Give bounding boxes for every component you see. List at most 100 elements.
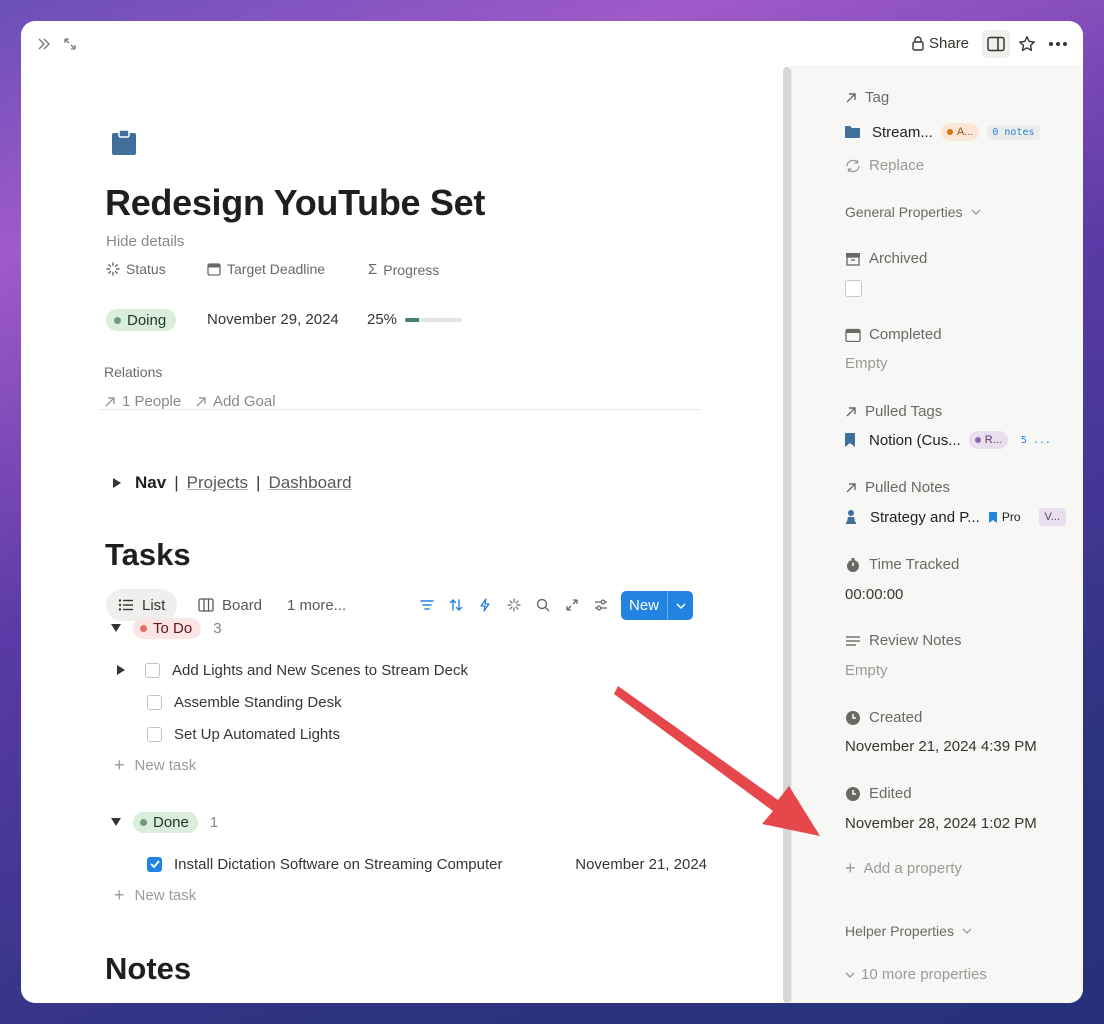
task-checkbox[interactable] — [147, 694, 162, 710]
time-tracked-value[interactable]: 00:00:00 — [845, 586, 903, 603]
more-options-icon[interactable] — [1047, 33, 1069, 55]
new-button-label[interactable]: New — [621, 591, 668, 620]
status-badge[interactable]: Doing — [106, 309, 177, 331]
ai-sparkle-icon[interactable] — [504, 595, 524, 615]
pulled-notes-property-label[interactable]: Pulled Notes — [845, 479, 950, 496]
automation-lightning-icon[interactable] — [475, 595, 495, 615]
new-task-label: New task — [134, 756, 197, 774]
new-button[interactable]: New — [621, 591, 693, 620]
settings-sliders-icon[interactable] — [591, 595, 611, 615]
sort-icon[interactable] — [446, 595, 466, 615]
group-done-header[interactable]: Done 1 — [111, 811, 218, 833]
task-title[interactable]: Install Dictation Software on Streaming … — [174, 856, 502, 873]
board-icon — [198, 598, 214, 612]
deadline-property-label[interactable]: Target Deadline — [207, 261, 325, 277]
add-goal-relation[interactable]: Add Goal — [195, 393, 276, 410]
pulled-tags-property-label[interactable]: Pulled Tags — [845, 403, 942, 420]
people-relation[interactable]: 1 People — [104, 393, 181, 410]
filter-icon[interactable] — [417, 595, 437, 615]
caret-down-icon[interactable] — [111, 624, 121, 632]
task-title[interactable]: Set Up Automated Lights — [174, 726, 340, 743]
group-todo-header[interactable]: To Do 3 — [111, 617, 222, 639]
relations-label: Relations — [104, 364, 163, 380]
archived-property-label[interactable]: Archived — [845, 250, 927, 267]
review-notes-value[interactable]: Empty — [845, 662, 888, 679]
pulled-tag-chip: R... — [968, 431, 1008, 449]
helper-properties-toggle[interactable]: Helper Properties — [845, 923, 972, 939]
caret-down-icon[interactable] — [111, 818, 121, 826]
plus-icon: + — [845, 858, 856, 878]
task-date[interactable]: November 21, 2024 — [575, 856, 707, 873]
tag-property-label[interactable]: Tag — [845, 89, 889, 106]
replace-label: Replace — [869, 157, 925, 174]
open-fullpage-icon[interactable] — [562, 595, 582, 615]
progress-percent: 25% — [367, 311, 398, 328]
new-dropdown-chevron-icon[interactable] — [668, 591, 693, 620]
group-todo-label: To Do — [153, 619, 193, 637]
caret-right-icon[interactable] — [117, 665, 125, 675]
nav-separator: | — [256, 473, 261, 492]
caret-right-icon[interactable] — [113, 478, 121, 488]
share-button[interactable]: Share — [911, 32, 969, 54]
progress-property-label[interactable]: Σ Progress — [368, 261, 439, 278]
bookmark-icon — [988, 511, 997, 523]
list-icon — [118, 599, 133, 611]
deadline-value[interactable]: November 29, 2024 — [207, 311, 339, 328]
task-row[interactable]: Add Lights and New Scenes to Stream Deck — [117, 659, 468, 681]
completed-value[interactable]: Empty — [845, 355, 888, 372]
clipboard-icon[interactable] — [109, 127, 139, 157]
task-row[interactable]: Set Up Automated Lights — [147, 723, 340, 745]
tag-name[interactable]: Stream... — [872, 124, 933, 141]
more-properties-toggle[interactable]: 10 more properties — [845, 966, 987, 983]
pulled-note-chip: V... — [1038, 508, 1066, 526]
task-title[interactable]: Assemble Standing Desk — [174, 694, 342, 711]
scrollbar[interactable] — [783, 67, 791, 1003]
task-title[interactable]: Add Lights and New Scenes to Stream Deck — [172, 662, 468, 679]
search-icon[interactable] — [533, 595, 553, 615]
expand-icon[interactable] — [59, 33, 81, 55]
pulled-note-name[interactable]: Strategy and P... — [870, 509, 980, 526]
side-panel-toggle-button[interactable] — [982, 30, 1010, 58]
status-loading-icon — [106, 262, 120, 276]
dashboard-link[interactable]: Dashboard — [268, 473, 351, 493]
group-todo-count: 3 — [213, 619, 222, 637]
new-task-button[interactable]: + New task — [114, 756, 196, 774]
notion-window: Share Redesign YouTube Set Hide details … — [21, 21, 1083, 1003]
favorite-star-icon[interactable] — [1016, 33, 1038, 55]
page-content: Redesign YouTube Set Hide details Status… — [21, 65, 781, 1003]
replace-button[interactable]: Replace — [845, 157, 924, 174]
tag-item[interactable]: Stream... A... 0 notes — [844, 121, 1040, 143]
group-done-count: 1 — [209, 813, 219, 831]
collapse-sidebar-icon[interactable] — [33, 33, 55, 55]
pulled-note-item[interactable]: Strategy and P... Pro V... — [844, 506, 1066, 528]
time-tracked-label: Time Tracked — [869, 556, 960, 573]
deadline-label: Target Deadline — [227, 261, 326, 277]
tab-more[interactable]: 1 more... — [275, 589, 358, 621]
new-task-button[interactable]: + New task — [114, 886, 196, 904]
archived-checkbox[interactable] — [845, 280, 862, 297]
review-notes-property-label[interactable]: Review Notes — [845, 632, 962, 649]
task-row[interactable]: Assemble Standing Desk — [147, 691, 342, 713]
general-properties-toggle[interactable]: General Properties — [845, 204, 981, 220]
pulled-tag-item[interactable]: Notion (Cus... R... 5 ... — [844, 429, 1056, 451]
projects-link[interactable]: Projects — [187, 473, 248, 493]
time-tracked-property-label[interactable]: Time Tracked — [845, 556, 959, 573]
created-property-label[interactable]: Created — [845, 709, 922, 726]
check-icon — [149, 860, 160, 868]
pulled-notes-label: Pulled Notes — [865, 479, 951, 496]
task-row[interactable]: Install Dictation Software on Streaming … — [147, 853, 707, 875]
tag-label: Tag — [865, 89, 890, 106]
add-property-button[interactable]: + Add a property — [845, 859, 962, 877]
pulled-tag-name[interactable]: Notion (Cus... — [869, 432, 961, 449]
chevron-down-icon — [971, 209, 980, 215]
page-title[interactable]: Redesign YouTube Set — [105, 182, 485, 224]
edited-property-label[interactable]: Edited — [845, 785, 912, 802]
task-checkbox[interactable] — [145, 662, 160, 678]
task-checkbox-checked[interactable] — [147, 856, 162, 872]
status-property-label[interactable]: Status — [106, 261, 166, 277]
calendar-icon — [845, 328, 861, 342]
nav-toggle[interactable]: Nav | Projects | Dashboard — [113, 473, 352, 493]
hide-details-toggle[interactable]: Hide details — [106, 233, 184, 250]
task-checkbox[interactable] — [147, 726, 162, 742]
completed-property-label[interactable]: Completed — [845, 326, 942, 343]
